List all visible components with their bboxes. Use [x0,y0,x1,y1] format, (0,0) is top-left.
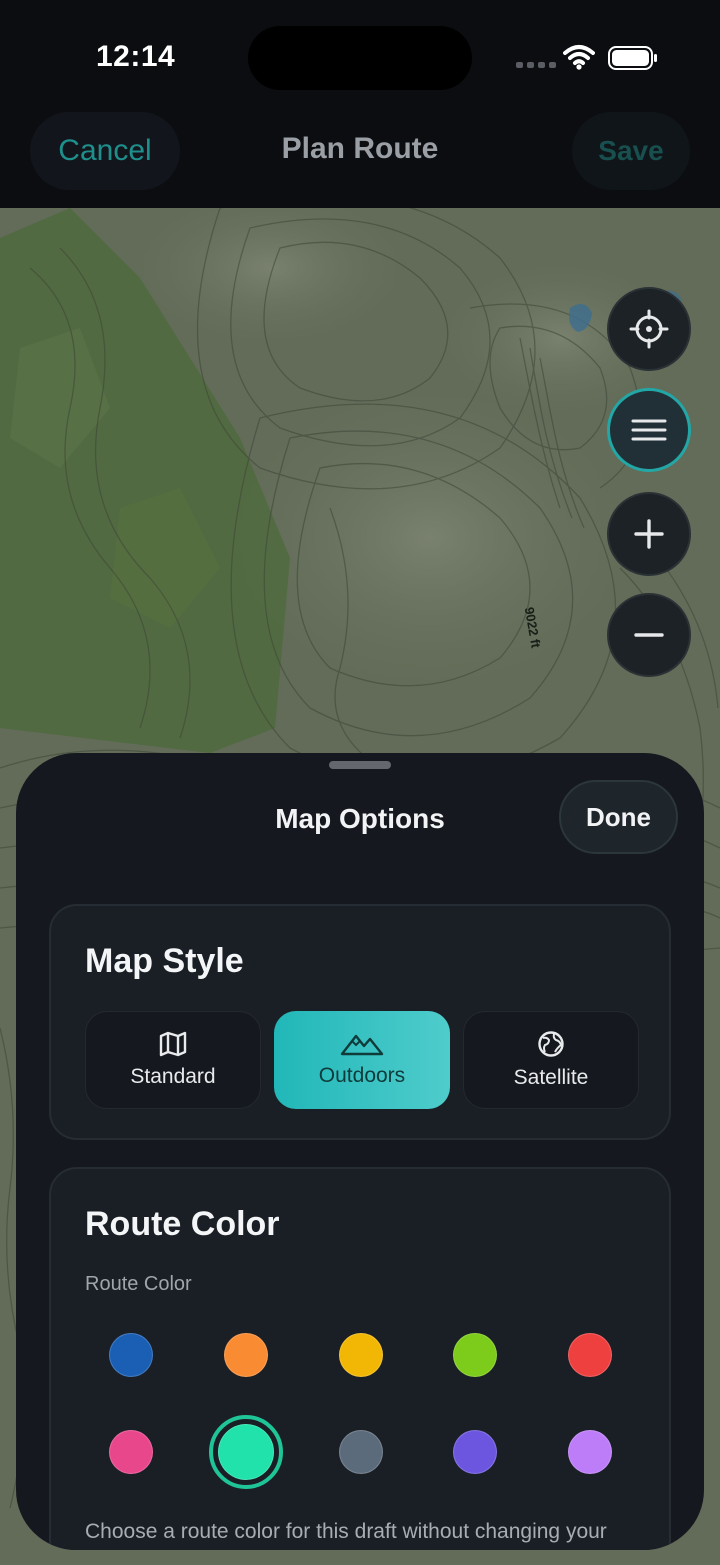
style-option-label: Outdoors [318,1064,406,1087]
zoom-in-button[interactable] [607,492,691,576]
zoom-out-button[interactable] [607,593,691,677]
battery-icon [608,46,657,70]
route-color-card: Route Color Route Color Choose a route c… [49,1167,671,1550]
color-swatch[interactable] [453,1430,497,1474]
color-swatch[interactable] [568,1333,612,1377]
mountains-icon [340,1034,384,1056]
cellular-signal-icon [516,62,556,68]
globe-icon [538,1031,564,1057]
done-button[interactable]: Done [559,780,678,854]
color-swatch[interactable] [224,1333,268,1377]
style-option-outdoors[interactable]: Outdoors [274,1011,450,1109]
map-style-heading: Map Style [85,942,244,980]
top-bar: 12:14 Cancel Plan Route Save [0,0,720,208]
color-swatch[interactable] [339,1430,383,1474]
color-swatch[interactable] [568,1430,612,1474]
color-swatch[interactable] [339,1333,383,1377]
locate-button[interactable] [607,287,691,371]
zoom-out-icon [634,633,664,637]
color-swatch[interactable] [109,1333,153,1377]
map-options-sheet: Map Options Done Map Style Standard Outd… [16,753,704,1550]
dynamic-island [248,26,472,90]
style-option-standard[interactable]: Standard [85,1011,261,1109]
style-option-label: Standard [130,1065,216,1088]
save-button[interactable]: Save [572,112,690,190]
style-option-satellite[interactable]: Satellite [463,1011,639,1109]
layers-icon [631,419,667,441]
map-style-card: Map Style Standard Outdoors Satellite [49,904,671,1140]
color-swatch[interactable] [218,1424,274,1480]
route-color-label: Route Color [85,1273,192,1295]
route-color-help: Choose a route color for this draft with… [85,1520,607,1543]
locate-icon [629,309,669,349]
sheet-grabber[interactable] [329,761,391,769]
map-icon [159,1031,187,1057]
color-swatch[interactable] [453,1333,497,1377]
color-swatch[interactable] [109,1430,153,1474]
zoom-in-icon [634,519,664,549]
wifi-icon [563,45,595,70]
style-option-label: Satellite [513,1066,589,1089]
route-color-heading: Route Color [85,1205,280,1243]
status-time: 12:14 [96,40,176,73]
layers-button[interactable] [607,388,691,472]
